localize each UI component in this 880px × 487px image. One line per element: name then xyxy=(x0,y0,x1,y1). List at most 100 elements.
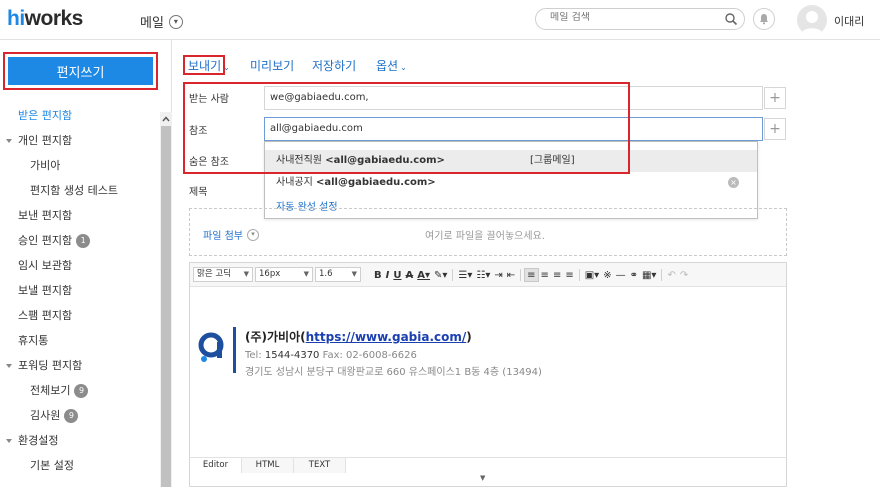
undo-icon[interactable]: ↶ xyxy=(665,268,677,282)
chevron-down-icon: ⌄ xyxy=(400,63,407,72)
sidebar-item-label: 받은 편지함 xyxy=(18,109,73,122)
cc-label: 참조 xyxy=(189,126,208,137)
caret-down-icon[interactable] xyxy=(6,364,12,368)
signature-contact: Tel: 1544-4370 Fax: 02-6008-6626 xyxy=(245,350,417,361)
compose-button[interactable]: 편지쓰기 xyxy=(8,57,153,85)
align-justify-icon[interactable]: ≡ xyxy=(563,268,575,282)
sidebar-item[interactable]: 환경설정 xyxy=(0,428,160,453)
image-icon[interactable]: ▣▾ xyxy=(583,268,601,282)
special-char-icon[interactable]: ※ xyxy=(601,268,613,282)
sidebar-item[interactable]: 승인 편지함 1 xyxy=(0,228,160,253)
sidebar-item-label: 기본 설정 xyxy=(30,459,74,472)
company-link[interactable]: https://www.gabia.com/ xyxy=(306,330,467,344)
username[interactable]: 이대리 xyxy=(834,13,864,29)
to-label: 받는 사람 xyxy=(189,94,229,105)
sidebar-item-label: 전체보기 xyxy=(30,384,71,397)
to-field[interactable]: we@gabiaedu.com, xyxy=(264,86,763,110)
sidebar-item[interactable]: 보낸 편지함 xyxy=(0,203,160,228)
compose-area: 보내기 ⌄ 미리보기 저장하기 옵션 ⌄ 받는 사람 we@gabiaedu.com… xyxy=(172,40,880,487)
strikethrough-icon[interactable]: A xyxy=(403,268,415,282)
autocomplete-item[interactable]: 사내전직원 <all@gabiaedu.com> [그룹메일] xyxy=(265,150,757,172)
sidebar-item-label: 김사원 xyxy=(30,409,61,422)
font-family-select[interactable]: 맑은 고딕 ▼ xyxy=(193,267,253,282)
drop-hint: 여기로 파일을 끌어놓으세요. xyxy=(425,231,545,242)
bold-icon[interactable]: B xyxy=(372,268,384,282)
chevron-down-icon: ⌄ xyxy=(223,63,230,72)
sidebar-item[interactable]: 휴지통 xyxy=(0,328,160,353)
cc-field[interactable]: all@gabiaedu.com xyxy=(264,117,763,141)
sidebar-item[interactable]: 전체보기 9 xyxy=(0,378,160,403)
editor-toolbar: 맑은 고딕 ▼ 16px ▼ 1.6 ▼ B I U A A▾ ✎▾ ☰▾ ☷▾ ⇥ … xyxy=(190,263,786,287)
sidebar-item[interactable]: 포워딩 편지함 xyxy=(0,353,160,378)
mailbox-nav: 받은 편지함 개인 편지함 가비아 편지함 생성 테스트 보낸 편지함 승인 편지함 1 임시… xyxy=(0,103,160,478)
align-center-icon[interactable]: ≡ xyxy=(539,268,551,282)
font-color-icon[interactable]: A▾ xyxy=(415,268,432,282)
underline-icon[interactable]: U xyxy=(391,268,403,282)
avatar[interactable] xyxy=(797,5,827,35)
user-avatar-icon xyxy=(801,11,823,35)
sidebar-item-label: 가비아 xyxy=(30,159,61,172)
tab-html[interactable]: HTML xyxy=(242,458,294,473)
sidebar-item-label: 휴지통 xyxy=(18,334,49,347)
font-size-select[interactable]: 16px ▼ xyxy=(255,267,313,282)
horizontal-rule-icon[interactable]: — xyxy=(614,268,628,282)
sidebar-item-label: 승인 편지함 xyxy=(18,234,73,247)
bullet-list-icon[interactable]: ☷▾ xyxy=(474,268,492,282)
tab-editor[interactable]: Editor xyxy=(190,458,242,473)
attach-file-button[interactable]: 파일 첨부 ▾ xyxy=(203,227,259,242)
add-cc-button[interactable]: + xyxy=(764,118,786,140)
app-title: 메일 xyxy=(140,16,164,31)
redo-icon[interactable]: ↷ xyxy=(678,268,690,282)
line-height-select[interactable]: 1.6 ▼ xyxy=(315,267,361,282)
count-badge: 9 xyxy=(74,384,89,398)
count-badge: 1 xyxy=(76,234,91,248)
notification-button[interactable] xyxy=(753,8,775,30)
sidebar-item[interactable]: 기본 설정 xyxy=(0,453,160,478)
resize-handle-icon[interactable]: ▼ xyxy=(480,474,485,482)
sidebar-item[interactable]: 받은 편지함 xyxy=(0,103,160,128)
bell-icon xyxy=(760,14,768,25)
sidebar-item[interactable]: 김사원 9 xyxy=(0,403,160,428)
toolbar-divider xyxy=(452,269,454,281)
add-recipient-button[interactable]: + xyxy=(764,87,786,109)
sidebar-item[interactable]: 보낼 편지함 xyxy=(0,278,160,303)
close-icon[interactable]: × xyxy=(728,177,739,188)
italic-icon[interactable]: I xyxy=(384,268,392,282)
indent-icon[interactable]: ⇥ xyxy=(492,268,504,282)
preview-button[interactable]: 미리보기 xyxy=(250,57,294,74)
outdent-icon[interactable]: ⇤ xyxy=(505,268,517,282)
sidebar-scrollbar[interactable] xyxy=(160,112,172,487)
toolbar-divider xyxy=(661,269,663,281)
app-switcher[interactable]: 메일 ▾ xyxy=(140,12,183,31)
file-drop-zone[interactable]: 파일 첨부 ▾ 여기로 파일을 끌어놓으세요. xyxy=(189,208,787,256)
search-input[interactable] xyxy=(550,12,720,23)
sidebar-item[interactable]: 임시 보관함 xyxy=(0,253,160,278)
scroll-up-arrow[interactable] xyxy=(160,114,172,124)
compose-toolbar: 보내기 ⌄ 미리보기 저장하기 옵션 ⌄ xyxy=(172,40,880,80)
scroll-thumb[interactable] xyxy=(161,126,171,487)
sidebar-item[interactable]: 스팸 편지함 xyxy=(0,303,160,328)
signature-address: 경기도 성남시 분당구 대왕판교로 660 유스페이스1 B동 4층 (1349… xyxy=(245,367,542,378)
tab-text[interactable]: TEXT xyxy=(294,458,346,473)
options-button[interactable]: 옵션 ⌄ xyxy=(376,57,407,74)
sidebar-item[interactable]: 편지함 생성 테스트 xyxy=(0,178,160,203)
subject-label: 제목 xyxy=(189,187,208,198)
save-button[interactable]: 저장하기 xyxy=(312,57,356,74)
chevron-down-icon: ▼ xyxy=(351,270,357,278)
search-icon[interactable] xyxy=(724,12,738,26)
numbered-list-icon[interactable]: ☰▾ xyxy=(456,268,474,282)
sidebar-item[interactable]: 가비아 xyxy=(0,153,160,178)
send-button[interactable]: 보내기 ⌄ xyxy=(188,57,230,74)
gabia-logo-icon xyxy=(198,332,224,362)
align-right-icon[interactable]: ≡ xyxy=(551,268,563,282)
sidebar-item[interactable]: 개인 편지함 xyxy=(0,128,160,153)
compose-highlight: 편지쓰기 xyxy=(3,52,158,90)
align-left-icon[interactable]: ≡ xyxy=(524,268,539,282)
hiworks-logo[interactable]: hiworks xyxy=(7,7,83,31)
autocomplete-item[interactable]: 사내공지 <all@gabiaedu.com> × xyxy=(265,172,757,194)
table-icon[interactable]: ▦▾ xyxy=(640,268,658,282)
link-icon[interactable]: ⚭ xyxy=(628,268,640,282)
highlight-color-icon[interactable]: ✎▾ xyxy=(432,268,449,282)
caret-down-icon[interactable] xyxy=(6,139,12,143)
caret-down-icon[interactable] xyxy=(6,439,12,443)
